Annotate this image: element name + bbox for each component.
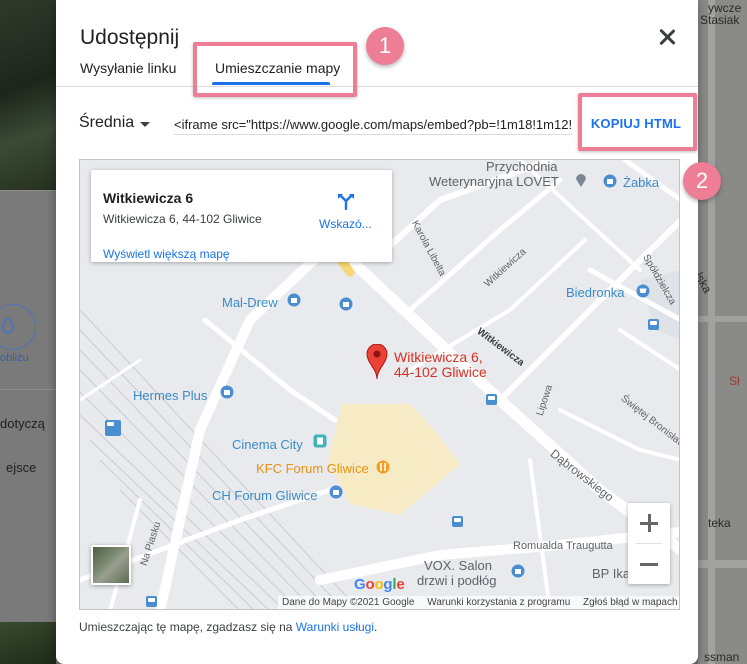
zoom-in-button[interactable]	[628, 503, 670, 543]
poi-label: Przychodnia	[486, 159, 558, 174]
poi-label: KFC Forum Gliwice	[256, 461, 369, 476]
shopping-icon[interactable]	[329, 485, 343, 499]
zoom-out-button[interactable]	[628, 544, 670, 584]
bg-nearby-icon	[2, 318, 14, 334]
train-station-icon[interactable]	[105, 420, 121, 436]
shopping-icon[interactable]	[603, 174, 617, 188]
cart-icon[interactable]	[636, 284, 650, 298]
marker-label: Witkiewicza 6,	[394, 349, 483, 365]
map-data-credit: Dane do Mapy ©2021 Google	[282, 597, 415, 608]
poi-label: Cinema City	[232, 437, 303, 452]
bg-divider	[0, 389, 56, 390]
bg-place-photo	[0, 622, 56, 664]
bus-stop-icon[interactable]	[452, 516, 463, 527]
bus-stop-icon[interactable]	[486, 394, 497, 405]
bg-divider	[0, 190, 56, 191]
poi-label: CH Forum Gliwice	[212, 488, 318, 503]
step-number-badge: 1	[366, 27, 404, 65]
footer-text-end: .	[374, 620, 378, 634]
vet-pin-icon[interactable]	[574, 174, 588, 188]
cinema-icon[interactable]	[313, 434, 327, 448]
google-logo-letter: e	[396, 576, 405, 593]
step-number-badge: 2	[683, 162, 721, 200]
tab-send-link[interactable]: Wysyłanie linku	[80, 60, 176, 76]
poi-label: drzwi i podłóg	[417, 573, 497, 588]
shopping-icon[interactable]	[339, 297, 353, 311]
poi-label: Weterynaryjna LOVET	[429, 174, 559, 189]
bg-place-photo	[0, 0, 56, 190]
poi-label: BP Ika	[592, 566, 631, 581]
poi-label: Biedronka	[566, 285, 625, 300]
place-info-card: Witkiewicza 6 Witkiewicza 6, 44-102 Gliw…	[91, 170, 392, 262]
bus-stop-icon[interactable]	[146, 596, 157, 607]
dialog-footer: Umieszczając tę mapę, zgadzasz się na Wa…	[79, 620, 377, 634]
place-title: Witkiewicza 6	[103, 190, 194, 206]
map-size-select[interactable]: Średnia	[79, 114, 134, 132]
bg-map-label: ssman	[704, 650, 740, 664]
directions-link[interactable]: Wskazó...	[319, 217, 372, 231]
bg-map-label: Sł	[729, 374, 740, 388]
minus-icon	[640, 563, 658, 566]
terms-of-service-link[interactable]: Warunki usługi	[296, 620, 374, 634]
directions-icon[interactable]	[337, 192, 355, 210]
report-map-error-link[interactable]: Zgłoś błąd w mapach	[583, 597, 678, 608]
active-tab-indicator	[212, 82, 330, 85]
poi-label: VOX. Salon	[424, 558, 492, 573]
zoom-control	[628, 503, 670, 584]
embedded-map[interactable]: Witkiewicza 6 Witkiewicza 6, 44-102 Gliw…	[79, 159, 680, 610]
map-attribution: Dane do Mapy ©2021 Google Warunki korzys…	[278, 596, 679, 609]
bg-map-label: Stasiak	[700, 13, 740, 27]
poi-label: Hermes Plus	[133, 388, 208, 403]
plus-icon	[647, 514, 651, 532]
marker-label: 44-102 Gliwice	[394, 364, 487, 380]
tabs-divider	[56, 86, 698, 87]
street-label: Romualda Traugutta	[513, 540, 613, 552]
bg-nearby-label: obliżu	[0, 352, 29, 364]
bg-map-label: teka	[708, 516, 731, 530]
shopping-icon[interactable]	[220, 385, 234, 399]
google-logo: Google	[354, 576, 405, 593]
bg-text-line: dotyczą	[0, 416, 45, 431]
view-larger-map-link[interactable]: Wyświetl większą mapę	[103, 247, 230, 261]
poi-label: Żabka	[623, 175, 660, 190]
shopping-icon[interactable]	[511, 564, 525, 578]
caret-down-icon[interactable]	[140, 122, 150, 127]
bus-stop-icon[interactable]	[648, 319, 659, 330]
poi-label: Mal-Drew	[222, 295, 278, 310]
shopping-icon[interactable]	[287, 293, 301, 307]
footer-text: Umieszczając tę mapę, zgadzasz się na	[79, 620, 296, 634]
place-address: Witkiewicza 6, 44-102 Gliwice	[103, 212, 262, 226]
satellite-view-toggle[interactable]	[91, 545, 131, 585]
close-icon[interactable]	[656, 26, 678, 48]
terms-of-use-link[interactable]: Warunki korzystania z programu	[427, 597, 570, 608]
dialog-title: Udostępnij	[80, 26, 180, 49]
share-dialog: Udostępnij Wysyłanie linku Umieszczanie …	[56, 0, 721, 664]
location-marker-icon[interactable]	[366, 344, 388, 380]
tab-embed-map[interactable]: Umieszczanie mapy	[215, 60, 340, 76]
restaurant-icon[interactable]	[376, 460, 390, 474]
google-logo-letter: G	[354, 576, 366, 593]
bg-map-area: ywcze Stasiak lska Sł teka ssman	[692, 0, 747, 664]
embed-code-input[interactable]	[174, 114, 572, 135]
bg-text-line: ejsce	[6, 460, 37, 475]
copy-html-button[interactable]: KOPIUJ HTML	[588, 112, 684, 136]
